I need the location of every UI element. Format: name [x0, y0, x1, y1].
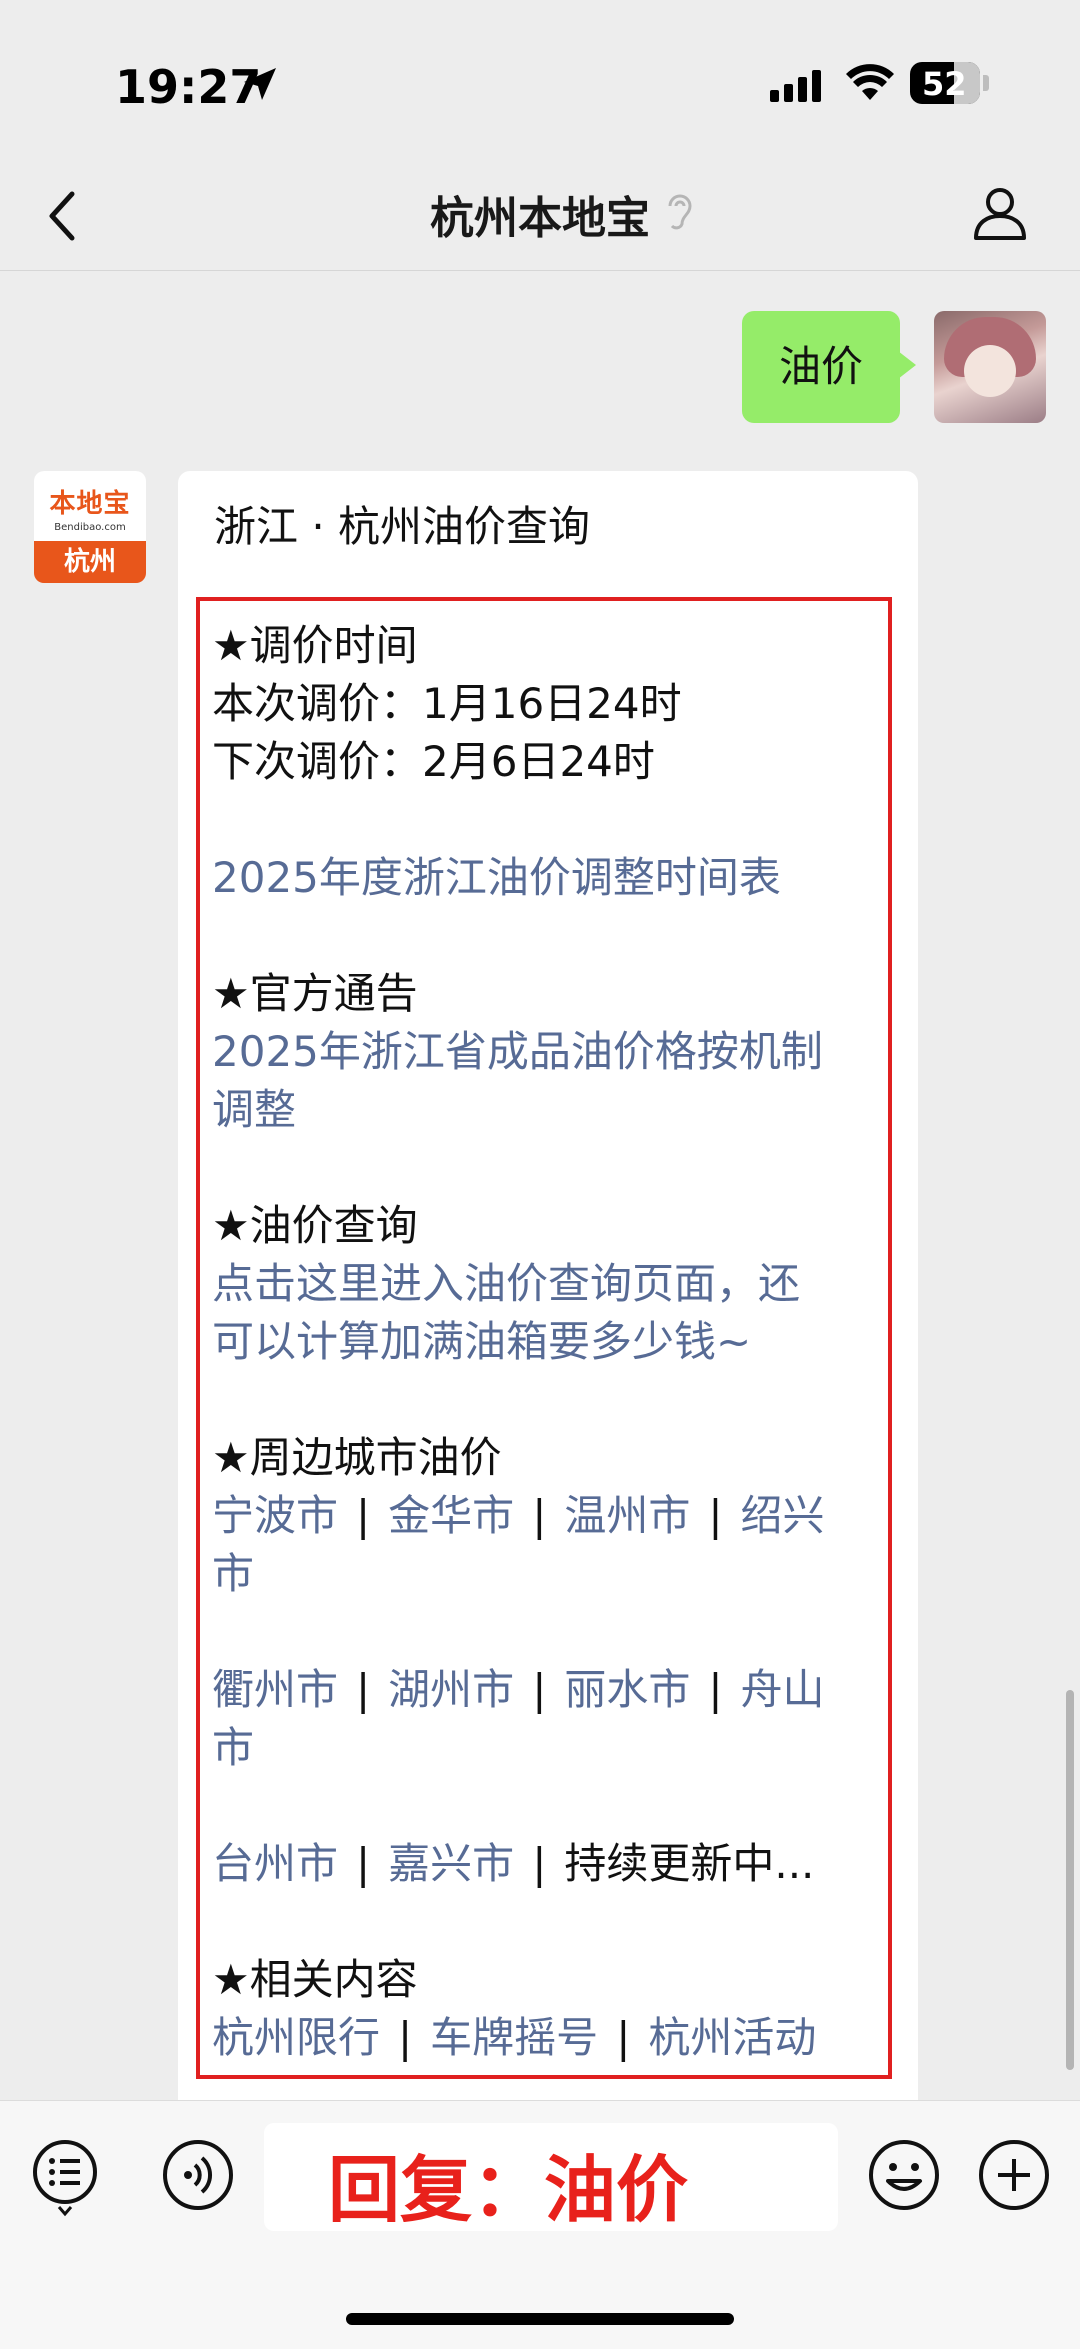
chat-area[interactable]: 油价 本地宝 Bendibao.com 杭州 浙江 · 杭州油价查询	[0, 271, 1080, 2101]
related-link[interactable]: 车牌摇号	[430, 2013, 598, 2062]
city-link[interactable]: 台州市	[212, 1839, 338, 1888]
separator: |	[532, 1665, 547, 1714]
city-link[interactable]: 嘉兴市	[388, 1839, 514, 1888]
separator: |	[708, 1491, 723, 1540]
status-bar: 19:27 52	[0, 0, 1080, 160]
current-adjust-time: 本次调价：1月16日24时	[212, 679, 682, 728]
city-link[interactable]: 温州市	[564, 1491, 690, 1540]
cities-row-2: 衢州市 | 湖州市 | 丽水市 | 舟山	[212, 1656, 825, 1717]
location-arrow-icon	[244, 68, 276, 100]
logo-main-text: 本地宝	[49, 489, 131, 519]
notice-link-line1[interactable]: 2025年浙江省成品油价格按机制	[212, 1018, 823, 1079]
city-link[interactable]: 舟山	[741, 1665, 825, 1714]
emoji-icon[interactable]	[866, 2137, 942, 2213]
city-link-wrap[interactable]: 市	[212, 1540, 254, 1601]
section-heading-query: ★油价查询	[212, 1201, 418, 1250]
updating-text: 持续更新中...	[564, 1839, 815, 1888]
related-links-row: 杭州限行 | 车牌摇号 | 杭州活动	[212, 2004, 816, 2065]
city-link[interactable]: 湖州市	[388, 1665, 514, 1714]
separator: |	[356, 1665, 371, 1714]
my-avatar[interactable]	[934, 311, 1046, 423]
related-link[interactable]: 杭州限行	[212, 2013, 380, 2062]
battery-icon: 52	[910, 62, 980, 104]
separator: |	[356, 1839, 371, 1888]
query-link-line2[interactable]: 可以计算加满油箱要多少钱~	[212, 1308, 751, 1369]
section-heading-adjust-time: ★调价时间	[212, 621, 418, 670]
notice-link-line2[interactable]: 调整	[212, 1076, 296, 1137]
menu-list-icon[interactable]	[30, 2137, 100, 2217]
section-heading-related: ★相关内容	[212, 1955, 418, 2004]
logo-sub-text: Bendibao.com	[54, 522, 126, 533]
cities-row-3: 台州市 | 嘉兴市 | 持续更新中...	[212, 1830, 814, 1891]
chat-title-text: 杭州本地宝	[430, 193, 650, 244]
input-bar: 回复：油价	[0, 2100, 1080, 2349]
city-link-wrap[interactable]: 市	[212, 1714, 254, 1775]
battery-level: 52	[922, 65, 967, 103]
message-input[interactable]: 回复：油价	[264, 2123, 838, 2232]
section-heading-nearby: ★周边城市油价	[212, 1433, 502, 1482]
voice-input-icon[interactable]	[160, 2137, 236, 2213]
add-more-icon[interactable]	[976, 2137, 1052, 2213]
schedule-link[interactable]: 2025年度浙江油价调整时间表	[212, 844, 781, 905]
input-text: 回复：油价	[328, 2148, 689, 2232]
city-link[interactable]: 绍兴	[741, 1491, 825, 1540]
separator: |	[616, 2013, 631, 2062]
cities-row-1: 宁波市 | 金华市 | 温州市 | 绍兴	[212, 1482, 825, 1543]
separator: |	[398, 2013, 413, 2062]
related-link[interactable]: 杭州活动	[648, 2013, 816, 2062]
profile-icon[interactable]	[970, 182, 1030, 242]
cellular-signal-icon	[770, 70, 821, 102]
city-link[interactable]: 丽水市	[564, 1665, 690, 1714]
bendibao-logo: 本地宝 Bendibao.com	[34, 471, 146, 541]
logo-city: 杭州	[34, 541, 146, 583]
chat-title: 杭州本地宝	[0, 182, 1080, 246]
sent-message-bubble[interactable]: 油价	[742, 311, 916, 423]
bot-avatar[interactable]: 本地宝 Bendibao.com 杭州	[34, 471, 146, 583]
separator: |	[532, 1491, 547, 1540]
nav-bar: 杭州本地宝	[0, 160, 1080, 271]
battery-tip	[983, 75, 989, 91]
home-indicator[interactable]	[346, 2313, 734, 2325]
query-link-line1[interactable]: 点击这里进入油价查询页面，还	[212, 1250, 800, 1311]
section-heading-notice: ★官方通告	[212, 969, 418, 1018]
next-adjust-time: 下次调价：2月6日24时	[212, 737, 655, 786]
separator: |	[708, 1665, 723, 1714]
separator: |	[532, 1839, 547, 1888]
earpiece-mode-icon	[668, 194, 692, 230]
city-link[interactable]: 宁波市	[212, 1491, 338, 1540]
city-link[interactable]: 衢州市	[212, 1665, 338, 1714]
wifi-icon	[846, 64, 894, 100]
scrollbar[interactable]	[1066, 1690, 1074, 2070]
separator: |	[356, 1491, 371, 1540]
card-title: 浙江 · 杭州油价查询	[214, 502, 591, 551]
city-link[interactable]: 金华市	[388, 1491, 514, 1540]
